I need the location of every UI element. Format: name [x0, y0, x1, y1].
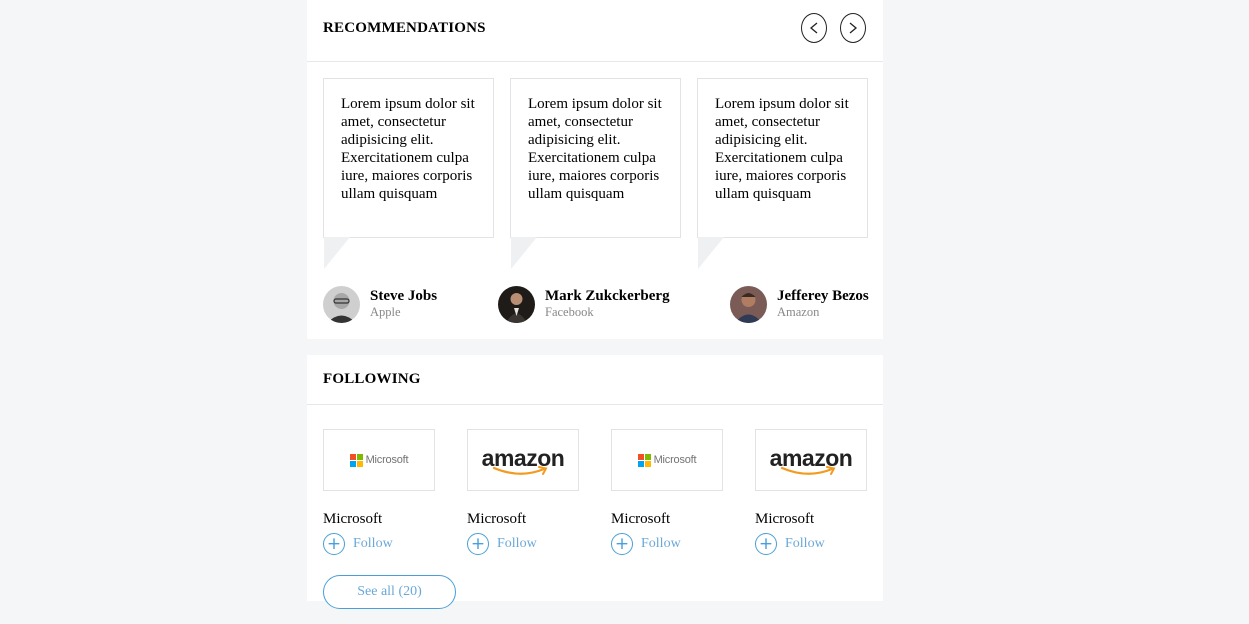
microsoft-windows-icon [349, 453, 363, 467]
company-logo-amazon[interactable]: amazon [467, 429, 579, 491]
plus-icon: + [323, 533, 345, 555]
avatar [498, 286, 535, 323]
recommender-name: Mark Zukckerberg [545, 288, 670, 304]
follow-label: Follow [497, 536, 537, 551]
microsoft-logo: Microsoft [349, 453, 409, 467]
recommendations-panel: RECOMMENDATIONS Lorem ipsum dolor sit am… [307, 0, 883, 339]
recommender-mark-zukckerberg[interactable]: Mark Zukckerberg Facebook [498, 286, 678, 324]
header-divider [307, 404, 883, 405]
follow-button[interactable]: + Follow [323, 532, 393, 556]
speech-tail-icon [698, 237, 724, 269]
recommendation-quote-card: Lorem ipsum dolor sit amet, consectetur … [323, 78, 494, 238]
company-logo-microsoft[interactable]: Microsoft [323, 429, 435, 491]
microsoft-windows-icon [637, 453, 651, 467]
recommender-name: Steve Jobs [370, 288, 438, 304]
plus-icon: + [611, 533, 633, 555]
logo-wordmark: Microsoft [365, 454, 409, 466]
recommender-company: Facebook [545, 305, 594, 319]
recommender-steve-jobs[interactable]: Steve Jobs Apple [323, 286, 473, 324]
amazon-logo: amazon [770, 446, 853, 475]
speech-tail-icon [324, 237, 350, 269]
chevron-left-icon [809, 22, 818, 34]
following-panel: FOLLOWING Microsoft Microsoft + Follow a… [307, 355, 883, 609]
follow-label: Follow [641, 536, 681, 551]
header-divider [307, 61, 883, 62]
logo-wordmark: Microsoft [653, 454, 697, 466]
company-logo-microsoft[interactable]: Microsoft [611, 429, 723, 491]
recommendations-title: RECOMMENDATIONS [323, 20, 486, 36]
see-all-button[interactable]: See all (20) [323, 575, 456, 609]
carousel-next-button[interactable] [840, 13, 866, 43]
company-name: Microsoft [755, 511, 815, 527]
avatar [323, 286, 360, 323]
person-avatar-icon [498, 286, 535, 323]
recommender-jefferey-bezos[interactable]: Jefferey Bezos Amazon [730, 286, 880, 324]
company-name: Microsoft [611, 511, 671, 527]
chevron-right-icon [849, 22, 858, 34]
follow-button[interactable]: + Follow [611, 532, 681, 556]
company-name: Microsoft [323, 511, 383, 527]
following-title: FOLLOWING [323, 371, 421, 387]
carousel-prev-button[interactable] [801, 13, 827, 43]
amazon-smile-icon [492, 466, 548, 475]
microsoft-logo: Microsoft [637, 453, 697, 467]
amazon-logo: amazon [482, 446, 565, 475]
amazon-smile-icon [780, 466, 836, 475]
plus-icon: + [467, 533, 489, 555]
follow-button[interactable]: + Follow [467, 532, 537, 556]
company-logo-amazon[interactable]: amazon [755, 429, 867, 491]
person-avatar-icon [323, 286, 360, 323]
recommender-name: Jefferey Bezos [777, 288, 869, 304]
person-avatar-icon [730, 286, 767, 323]
recommendation-quote-card: Lorem ipsum dolor sit amet, consectetur … [697, 78, 868, 238]
plus-icon: + [755, 533, 777, 555]
follow-label: Follow [785, 536, 825, 551]
avatar [730, 286, 767, 323]
recommender-company: Amazon [777, 305, 820, 319]
follow-label: Follow [353, 536, 393, 551]
speech-tail-icon [511, 237, 537, 269]
recommendation-quote-card: Lorem ipsum dolor sit amet, consectetur … [510, 78, 681, 238]
company-name: Microsoft [467, 511, 527, 527]
follow-button[interactable]: + Follow [755, 532, 825, 556]
recommender-company: Apple [370, 305, 401, 319]
